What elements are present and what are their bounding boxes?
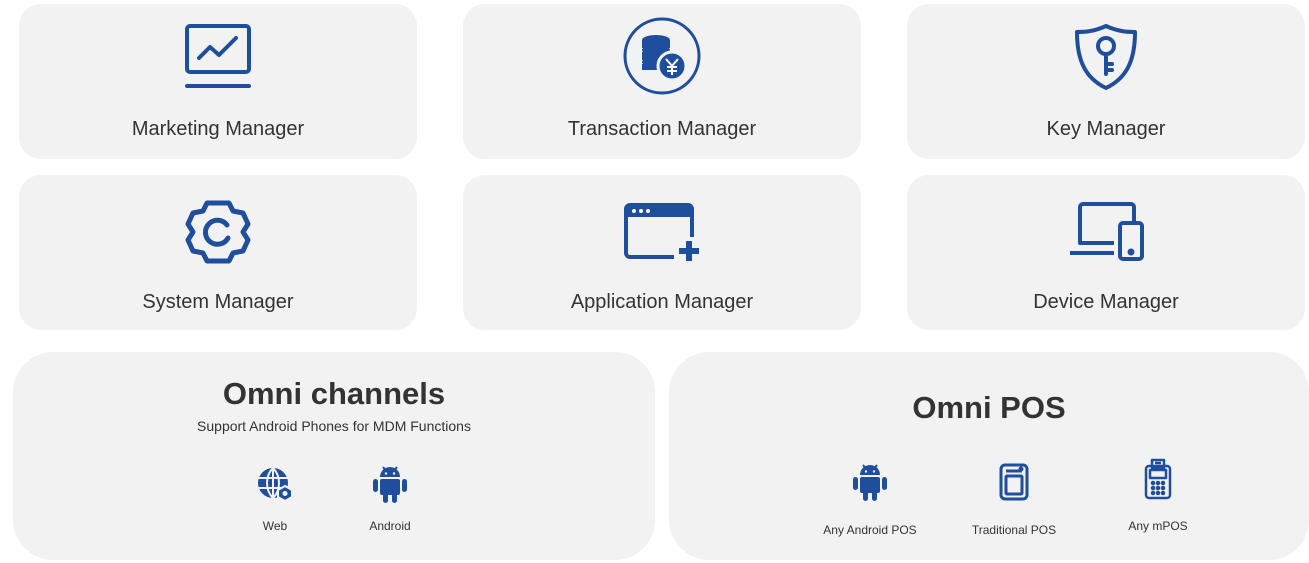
system-manager-card[interactable]: System Manager bbox=[19, 175, 417, 330]
card-label: Marketing Manager bbox=[131, 118, 305, 140]
coins-yuan-icon bbox=[622, 16, 702, 101]
pos-any-android[interactable]: Any Android POS bbox=[815, 462, 925, 537]
channel-label: Web bbox=[262, 519, 288, 533]
monitor-chart-icon bbox=[183, 22, 253, 99]
pos-any-mpos[interactable]: Any mPOS bbox=[1103, 458, 1213, 533]
mpos-icon bbox=[1103, 458, 1213, 507]
omni-channels-subtitle: Support Android Phones for MDM Functions bbox=[197, 418, 471, 434]
marketing-manager-card[interactable]: Marketing Manager bbox=[19, 4, 417, 159]
channel-android[interactable]: Android bbox=[335, 464, 445, 533]
laptop-phone-icon bbox=[1066, 201, 1146, 268]
browser-add-icon bbox=[622, 203, 702, 268]
card-label: Transaction Manager bbox=[567, 118, 757, 140]
omni-channels-title: Omni channels bbox=[222, 376, 446, 411]
omni-pos-panel: Omni POS Any Android POS Traditional POS… bbox=[669, 352, 1309, 560]
android-icon bbox=[335, 464, 445, 509]
omni-channels-panel: Omni channels Support Android Phones for… bbox=[13, 352, 655, 560]
shield-key-icon bbox=[1071, 22, 1141, 97]
android-icon bbox=[815, 462, 925, 507]
key-manager-card[interactable]: Key Manager bbox=[907, 4, 1305, 159]
card-label: Application Manager bbox=[570, 291, 754, 313]
web-settings-icon bbox=[220, 466, 330, 509]
card-label: System Manager bbox=[142, 291, 294, 313]
card-label: Key Manager bbox=[1046, 118, 1166, 140]
omni-pos-title: Omni POS bbox=[912, 390, 1066, 425]
pos-traditional[interactable]: Traditional POS bbox=[959, 462, 1069, 537]
transaction-manager-card[interactable]: Transaction Manager bbox=[463, 4, 861, 159]
pos-label: Any mPOS bbox=[1128, 519, 1188, 533]
pos-label: Traditional POS bbox=[971, 523, 1057, 537]
gear-icon bbox=[183, 197, 253, 272]
pos-label: Any Android POS bbox=[823, 523, 917, 537]
card-label: Device Manager bbox=[1033, 291, 1179, 313]
application-manager-card[interactable]: Application Manager bbox=[463, 175, 861, 330]
pos-terminal-icon bbox=[959, 462, 1069, 507]
device-manager-card[interactable]: Device Manager bbox=[907, 175, 1305, 330]
channel-web[interactable]: Web bbox=[220, 466, 330, 533]
channel-label: Android bbox=[369, 519, 411, 533]
